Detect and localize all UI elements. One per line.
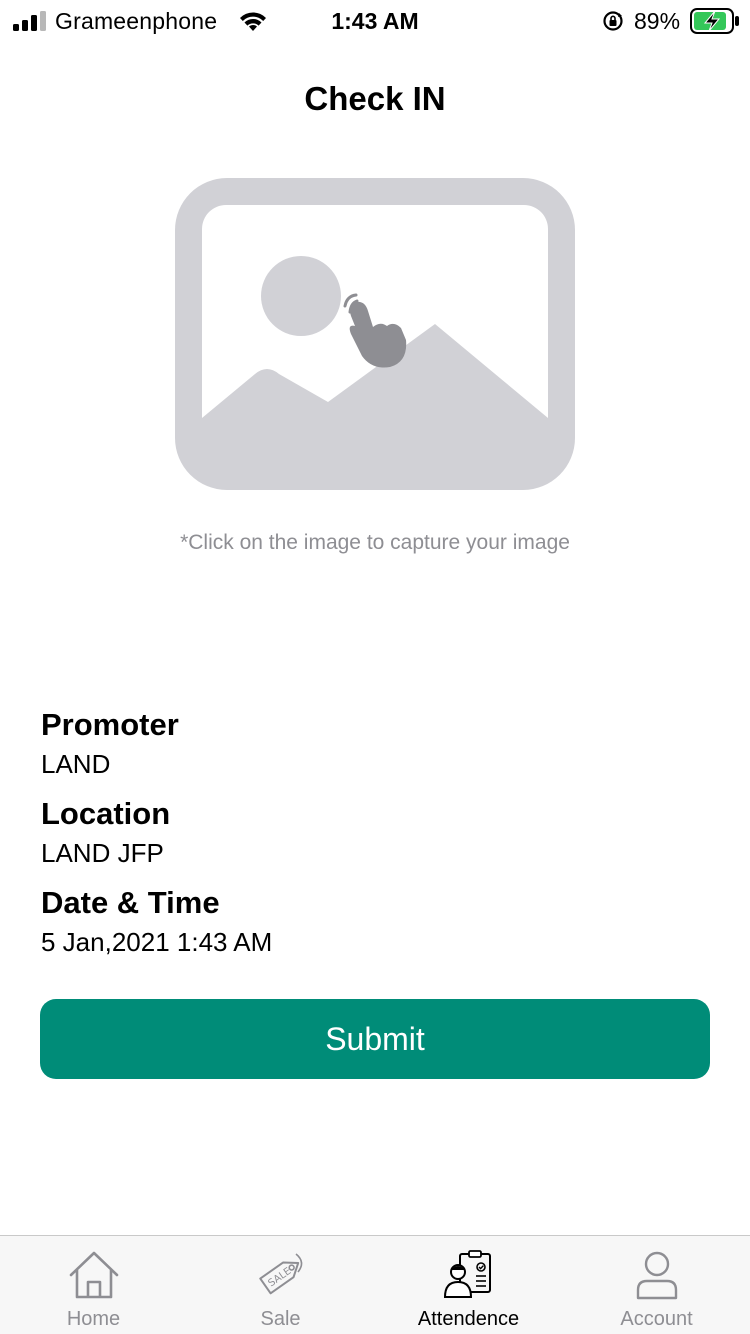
home-icon <box>69 1251 118 1299</box>
tab-home-label: Home <box>66 1308 121 1330</box>
datetime-value: 5 Jan,2021 1:43 AM <box>41 927 273 957</box>
tab-sale[interactable]: SALE Sale <box>187 1236 374 1334</box>
status-bar: Grameenphone 1:43 AM 89% <box>0 0 750 42</box>
tab-account-label: Account <box>620 1308 693 1330</box>
page-title: Check IN <box>304 80 446 117</box>
promoter-section: Promoter LAND <box>41 707 179 780</box>
promoter-label: Promoter <box>41 707 179 742</box>
tab-account[interactable]: Account <box>563 1236 750 1334</box>
rotation-lock-icon <box>603 11 623 31</box>
promoter-value: LAND <box>41 749 111 779</box>
tab-attendence[interactable]: Attendence <box>375 1236 562 1334</box>
account-icon <box>636 1251 677 1300</box>
image-tap-icon <box>175 178 575 490</box>
image-capture-button[interactable] <box>175 178 575 490</box>
battery-percent: 89% <box>634 8 681 34</box>
attendance-icon <box>443 1250 491 1298</box>
capture-hint: *Click on the image to capture your imag… <box>180 531 570 554</box>
tab-home[interactable]: Home <box>0 1236 187 1334</box>
battery-charging-icon <box>690 8 739 34</box>
location-value: LAND JFP <box>41 838 164 868</box>
sale-tag-icon: SALE <box>258 1253 302 1295</box>
tab-sale-label: Sale <box>260 1308 301 1330</box>
datetime-label: Date & Time <box>41 885 220 920</box>
location-label: Location <box>41 796 171 831</box>
tab-attendence-label: Attendence <box>417 1308 520 1330</box>
tab-bar: Home SALE Sale Attendence Account <box>0 1235 750 1334</box>
location-section: Location LAND JFP <box>41 796 170 869</box>
submit-button[interactable]: Submit <box>40 999 710 1079</box>
datetime-section: Date & Time 5 Jan,2021 1:43 AM <box>41 885 272 958</box>
